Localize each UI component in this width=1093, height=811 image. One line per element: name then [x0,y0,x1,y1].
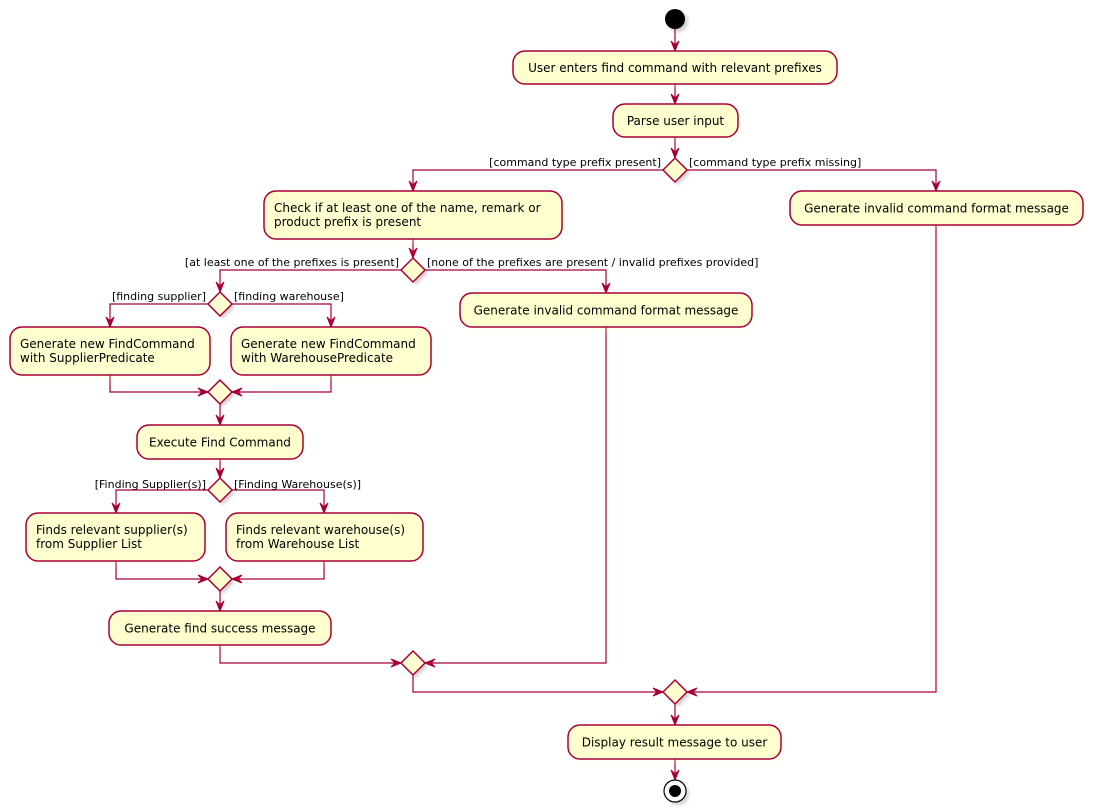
activity-label: Finds relevant supplier(s) [36,523,188,537]
edge-line [425,327,607,664]
activity-label: with SupplierPredicate [20,351,155,365]
activity-execute-find: Execute Find Command [136,424,307,463]
edge-line [412,169,663,191]
activity-label: Generate find success message [124,622,315,636]
activity-finds-warehouse: Finds relevant warehouse(s)from Warehous… [225,512,427,565]
activity-label: User enters find command with relevant p… [528,61,822,75]
activity-label: Generate invalid command format message [804,202,1069,216]
edge-line [232,303,332,327]
guard-label-finding-suppliers: [Finding Supplier(s)] [95,478,206,491]
guard-label-cmd-present: [command type prefix present] [489,156,661,169]
activity-label: Parse user input [627,114,725,128]
activity-label: Generate new FindCommand [241,337,416,351]
activity-label: Generate new FindCommand [20,337,195,351]
guard-label-prefix-present: [at least one of the prefixes is present… [185,256,399,269]
activity-label: Display result message to user [582,736,768,750]
activity-label: Check if at least one of the name, remar… [274,201,541,215]
activity-check-prefix: Check if at least one of the name, remar… [263,190,566,243]
stop-node-inner [669,785,681,797]
edge-line [412,675,663,693]
edge-line [219,269,401,292]
guard-label-finding-supplier: [finding supplier] [112,290,206,303]
edges [105,29,941,782]
edge-line [687,169,937,191]
edge-line [425,269,607,293]
activity-new-find-warehouse: Generate new FindCommandwith WarehousePr… [230,326,435,379]
activity-diagram: User enters find command with relevant p… [9,9,1087,805]
activity-success-message: Generate find success message [108,610,335,649]
edge-line [109,303,208,327]
activity-label: from Warehouse List [236,537,360,551]
activity-display-result: Display result message to user [567,724,785,763]
start-node [665,9,685,29]
activity-label: product prefix is present [274,215,421,229]
guard-label-finding-warehouse: [finding warehouse] [234,290,344,303]
activity-user-enters: User enters find command with relevant p… [512,50,841,88]
activity-label: with WarehousePredicate [241,351,393,365]
activity-new-find-supplier: Generate new FindCommandwith SupplierPre… [9,326,214,379]
nodes: User enters find command with relevant p… [9,9,1087,805]
activity-label: Execute Find Command [149,436,291,450]
activity-label: from Supplier List [36,537,142,551]
activity-parse-input: Parse user input [612,103,742,141]
guard-label-finding-warehouses: [Finding Warehouse(s)] [234,478,361,491]
activity-finds-supplier: Finds relevant supplier(s)from Supplier … [25,512,209,565]
guard-label-prefix-none: [none of the prefixes are present / inva… [427,256,758,269]
activity-label: Generate invalid command format message [474,304,739,318]
activity-label: Finds relevant warehouse(s) [236,523,405,537]
activity-invalid-format-right: Generate invalid command format message [789,190,1087,229]
edge-line [115,489,208,513]
guard-label-cmd-missing: [command type prefix missing] [689,156,861,169]
activity-invalid-format-mid: Generate invalid command format message [459,292,756,331]
edge-line [232,489,325,513]
